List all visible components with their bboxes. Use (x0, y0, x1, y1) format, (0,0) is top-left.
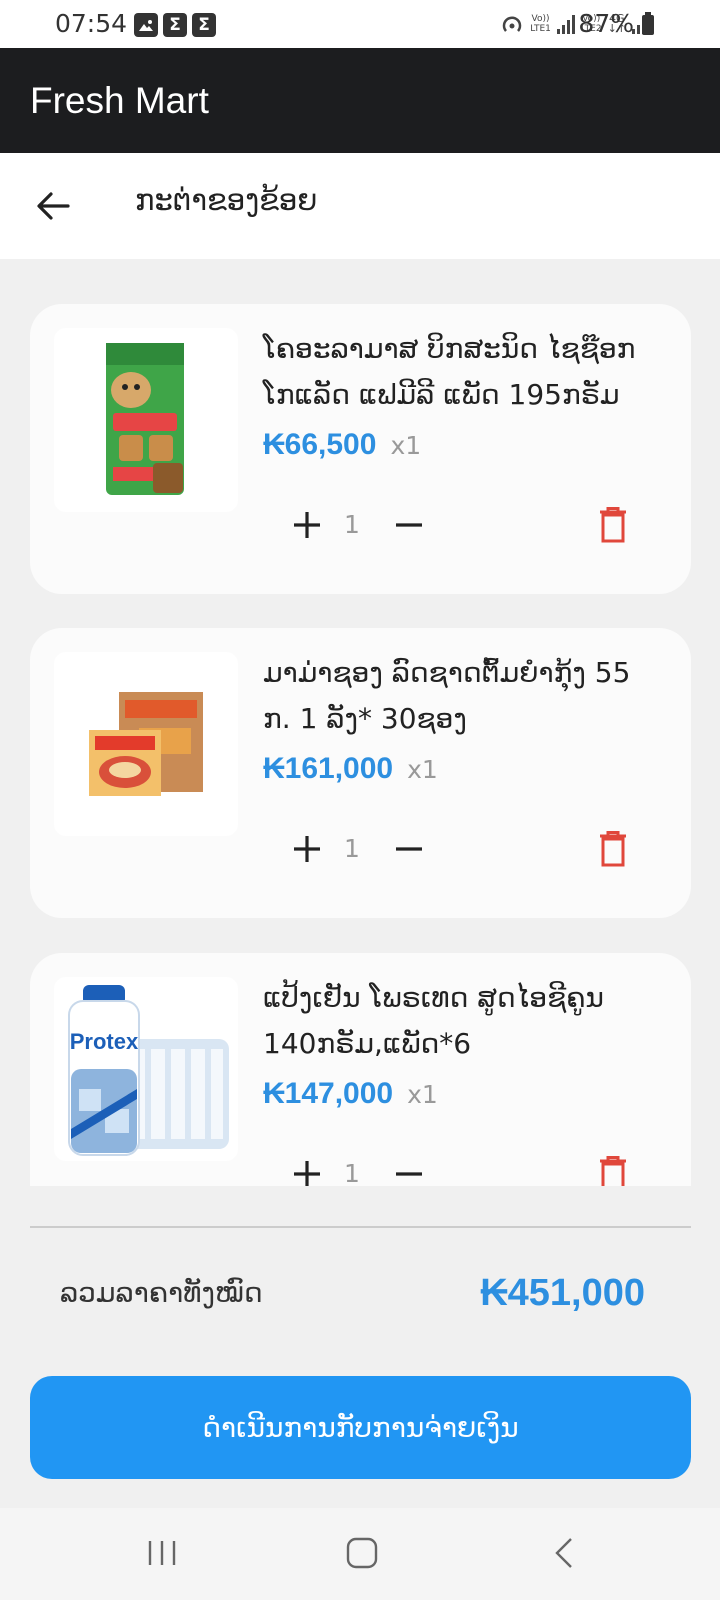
battery-icon (642, 12, 654, 35)
back-button[interactable] (28, 181, 78, 231)
product-name: ແປ້ງເຢັນ ໂພຣເທດ ສູດໄອຊີຄູນ 140ກຣັມ,ແພັດ*… (263, 981, 604, 1060)
page-title: ກະຕ່າຂອງຂ້ອຍ (135, 183, 318, 217)
quantity-label: x1 (407, 1080, 438, 1109)
decrease-quantity-button[interactable] (384, 824, 434, 874)
summary-divider (30, 1226, 691, 1228)
minus-icon (396, 1172, 422, 1176)
arrow-left-icon (37, 192, 70, 220)
hotspot-icon (503, 16, 522, 32)
status-bar: 07:54 Σ Σ Vo)) LTE1 Vo)) LTE2 4G ↓↑ 87% (0, 0, 720, 48)
price-row: ₭161,000 x1 (263, 752, 438, 786)
price-row: ₭147,000 x1 (263, 1077, 438, 1111)
protex-brand-label: Protex (70, 1029, 139, 1054)
cart-item: ມາມ່າຊອງ ລົດຊາດຕົ້ມຍຳກຸ້ງ 55 ກ. 1 ລັງ* 3… (30, 628, 691, 918)
cart-item: Protex ແປ້ງເຢັນ ໂພຣເທດ ສູດໄອຊີຄູນ 140ກຣັ… (30, 953, 691, 1186)
recent-apps-icon (148, 1541, 176, 1565)
trash-icon (600, 831, 626, 867)
decrease-quantity-button[interactable] (384, 500, 434, 550)
delete-item-button[interactable] (588, 1149, 638, 1186)
checkout-button[interactable]: ດຳເນີນການກັບການຈ່າຍເງິນ (30, 1376, 691, 1479)
quantity-value: 1 (344, 1159, 360, 1186)
price-row: ₭66,500 x1 (263, 428, 421, 462)
chevron-left-icon (555, 1538, 572, 1568)
cart-list[interactable]: ໂຄອະລາມາສ ບິກສະນິດ ໄຊຊ໊ອກ ໂກແລັດ ແຟມີລີ … (0, 259, 720, 1186)
product-price: ₭66,500 (263, 428, 377, 461)
battery-percent: 87% (578, 9, 634, 38)
notification-icons: Σ Σ (134, 13, 216, 37)
mama-noodle-box (89, 692, 203, 796)
delete-item-button[interactable] (588, 500, 638, 550)
protex-powder-pack: Protex (68, 985, 229, 1156)
product-name: ໂຄອະລາມາສ ບິກສະນິດ ໄຊຊ໊ອກ ໂກແລັດ ແຟມີລີ … (263, 332, 636, 411)
plus-icon (294, 836, 320, 862)
total-value: ₭451,000 (480, 1272, 645, 1314)
trash-icon (600, 507, 626, 543)
plus-icon (294, 512, 320, 538)
sigma-icon: Σ (192, 13, 216, 37)
product-image (54, 328, 238, 512)
product-price: ₭161,000 (263, 752, 394, 785)
home-button[interactable] (332, 1528, 392, 1578)
minus-icon (396, 523, 422, 527)
increase-quantity-button[interactable] (282, 824, 332, 874)
page-header: ກະຕ່າຂອງຂ້ອຍ (0, 153, 720, 259)
sim1-label: Vo)) LTE1 (530, 14, 551, 34)
quantity-value: 1 (344, 834, 360, 863)
koala-biscuit-box (106, 343, 184, 495)
app-title: Fresh Mart (30, 80, 209, 121)
product-image (54, 652, 238, 836)
home-icon (346, 1537, 378, 1569)
delete-item-button[interactable] (588, 824, 638, 874)
quantity-label: x1 (407, 755, 438, 784)
plus-icon (294, 1161, 320, 1186)
product-price: ₭147,000 (263, 1077, 394, 1110)
sigma-icon: Σ (163, 13, 187, 37)
app-bar: Fresh Mart (0, 48, 720, 153)
recent-apps-button[interactable] (132, 1528, 192, 1578)
system-nav-bar (0, 1508, 720, 1600)
image-icon (134, 13, 158, 37)
total-label: ລວມລາຄາທັງໝົດ (60, 1276, 263, 1309)
quantity-label: x1 (390, 431, 422, 460)
decrease-quantity-button[interactable] (384, 1149, 434, 1186)
signal-bars-icon (556, 14, 575, 34)
increase-quantity-button[interactable] (282, 1149, 332, 1186)
trash-icon (600, 1156, 626, 1186)
minus-icon (396, 847, 422, 851)
checkout-button-label: ດຳເນີນການກັບການຈ່າຍເງິນ (202, 1411, 519, 1444)
quantity-value: 1 (344, 510, 360, 539)
increase-quantity-button[interactable] (282, 500, 332, 550)
product-image: Protex (54, 977, 238, 1161)
system-back-button[interactable] (534, 1528, 594, 1578)
cart-item: ໂຄອະລາມາສ ບິກສະນິດ ໄຊຊ໊ອກ ໂກແລັດ ແຟມີລີ … (30, 304, 691, 594)
status-time: 07:54 (55, 9, 128, 38)
product-name: ມາມ່າຊອງ ລົດຊາດຕົ້ມຍຳກຸ້ງ 55 ກ. 1 ລັງ* 3… (263, 656, 631, 735)
